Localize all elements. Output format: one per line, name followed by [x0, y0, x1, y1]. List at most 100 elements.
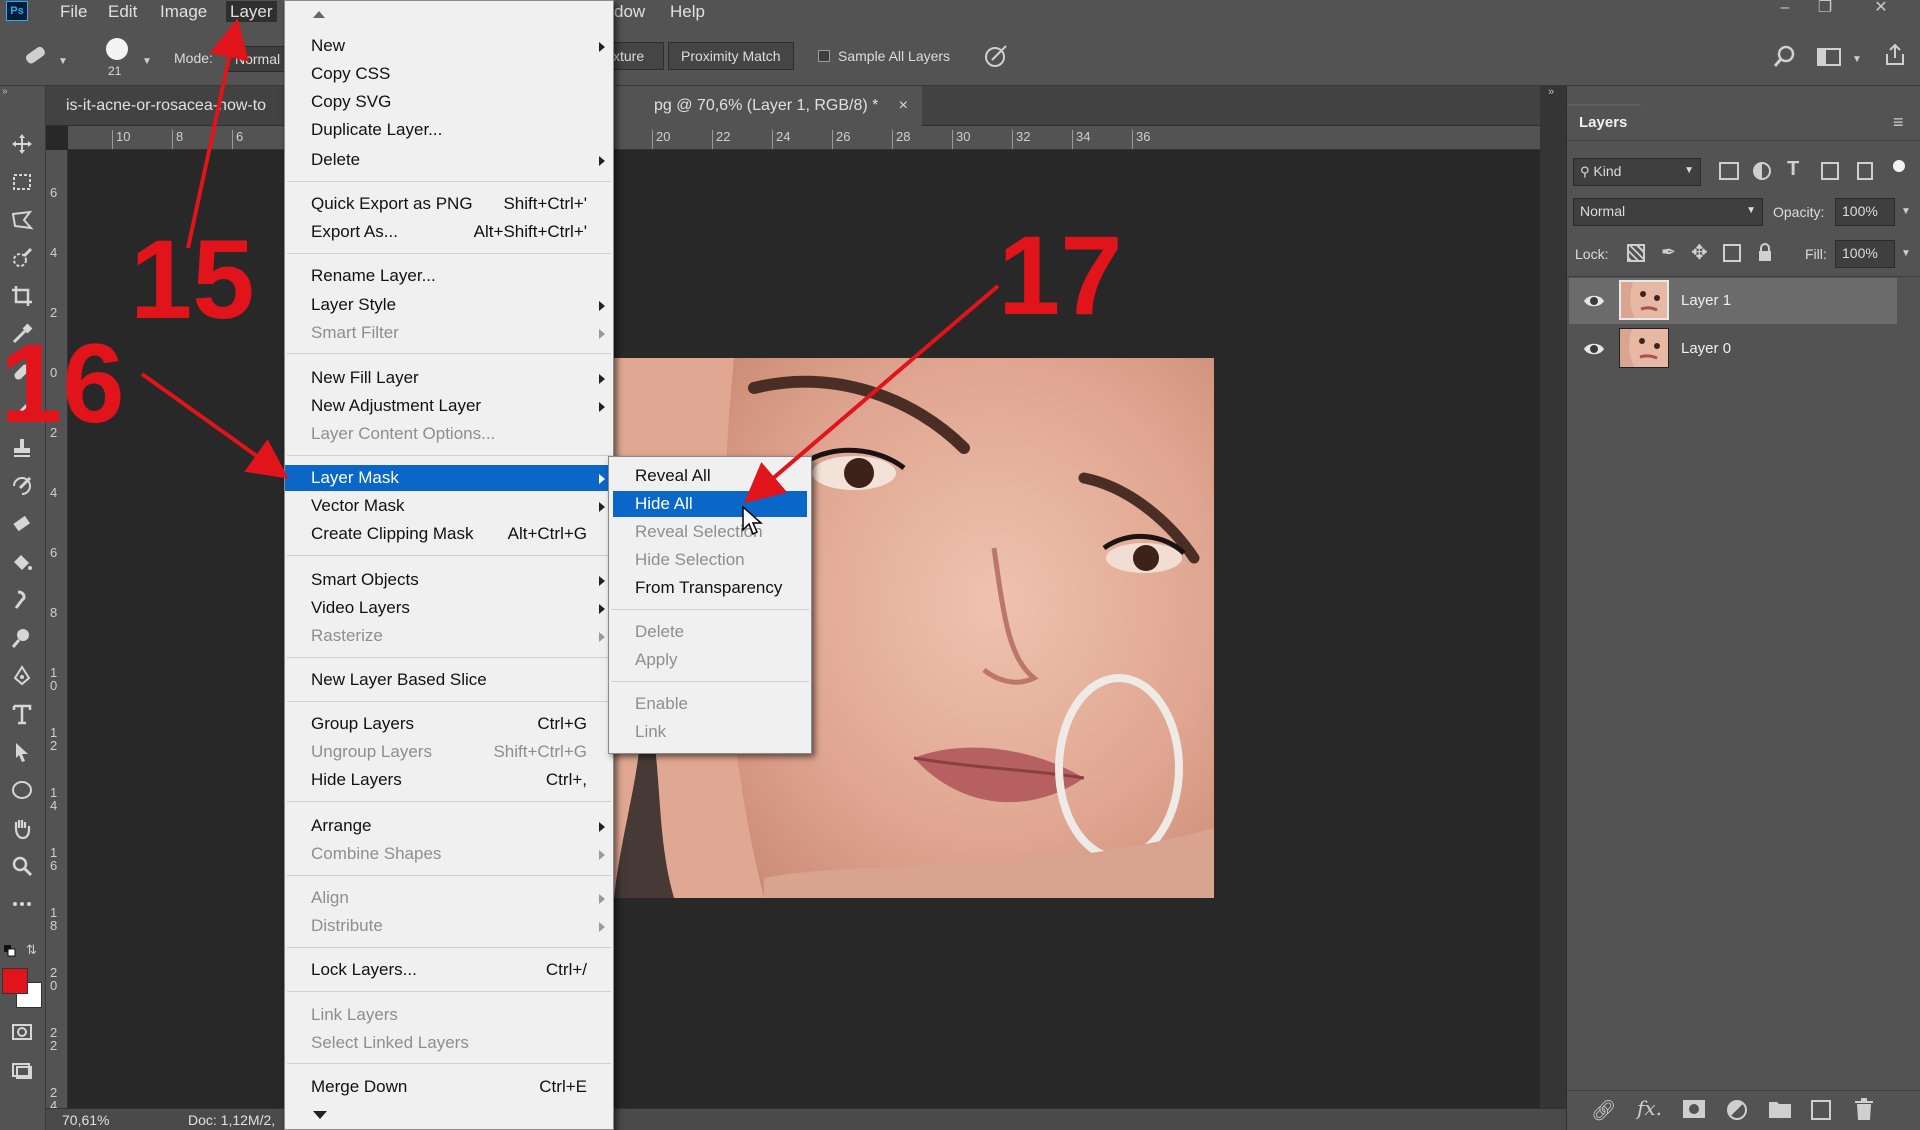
menu-item-new-adjustment-layer[interactable]: New Adjustment Layer [285, 393, 613, 419]
pressure-icon[interactable] [982, 42, 1010, 70]
menu-item-smart-objects[interactable]: Smart Objects [285, 567, 613, 593]
move-tool-icon[interactable] [6, 128, 38, 160]
menu-item-hide-layers[interactable]: Hide Layers Ctrl+, [285, 767, 613, 793]
zoom-tool-icon[interactable] [6, 850, 38, 882]
menu-item-video-layers[interactable]: Video Layers [285, 595, 613, 621]
layer-row-layer-0[interactable]: Layer 0 [1569, 326, 1897, 372]
close-tab-icon[interactable]: × [899, 86, 908, 126]
blend-mode-select[interactable]: Normal ▼ [1573, 198, 1763, 226]
close-window-icon[interactable]: ✕ [1866, 0, 1896, 18]
menu-item-new-layer-based-slice[interactable]: New Layer Based Slice [285, 667, 613, 693]
paint-bucket-tool-icon[interactable] [6, 546, 38, 578]
menu-item-copy-svg[interactable]: Copy SVG [285, 89, 613, 115]
swap-colors-icon[interactable]: ⇅ [26, 942, 37, 958]
layer-name[interactable]: Layer 1 [1681, 292, 1731, 309]
menu-item-rename-layer[interactable]: Rename Layer... [285, 263, 613, 289]
foreground-color-swatch[interactable] [2, 968, 28, 994]
more-tools-icon[interactable] [6, 888, 38, 920]
filter-smart-object-icon[interactable] [1857, 162, 1873, 180]
panel-menu-icon[interactable]: ≡ [1893, 112, 1904, 133]
mode-select[interactable]: Normal [228, 46, 288, 72]
quick-mask-icon[interactable] [6, 1016, 38, 1048]
menu-item-layer-style[interactable]: Layer Style [285, 292, 613, 318]
brush-preview-icon[interactable] [106, 38, 128, 60]
menu-edit[interactable]: Edit [104, 1, 141, 22]
search-icon[interactable] [1772, 44, 1798, 70]
chevron-down-icon[interactable]: ▼ [142, 56, 152, 67]
menu-item-duplicate-layer[interactable]: Duplicate Layer... [285, 117, 613, 143]
eraser-tool-icon[interactable] [6, 508, 38, 540]
submenu-item-reveal-all[interactable]: Reveal All [609, 463, 811, 489]
chevron-down-icon[interactable]: ▼ [1852, 54, 1862, 65]
zoom-level[interactable]: 70,61% [62, 1112, 109, 1128]
menu-window[interactable]: dow [610, 1, 649, 22]
menu-help[interactable]: Help [666, 1, 709, 22]
adjustment-layer-icon[interactable] [1727, 1100, 1747, 1120]
filter-toggle-icon[interactable] [1893, 160, 1905, 172]
lock-artboard-icon[interactable] [1723, 244, 1741, 262]
layer-row-layer-1[interactable]: Layer 1 [1569, 278, 1897, 324]
menu-item-new-fill-layer[interactable]: New Fill Layer [285, 365, 613, 391]
menu-file[interactable]: File [56, 1, 91, 22]
healing-brush-tool-icon[interactable] [20, 44, 52, 68]
menu-item-lock-layers[interactable]: Lock Layers... Ctrl+/ [285, 957, 613, 983]
menu-item-arrange[interactable]: Arrange [285, 813, 613, 839]
submenu-item-hide-all[interactable]: Hide All [613, 491, 807, 517]
link-layers-icon[interactable]: 🔗︎ [1591, 1098, 1616, 1123]
menu-item-delete[interactable]: Delete [285, 147, 613, 173]
menu-item-export-as[interactable]: Export As... Alt+Shift+Ctrl+' [285, 219, 613, 245]
screen-mode-icon[interactable] [6, 1054, 38, 1086]
filter-shape-icon[interactable] [1821, 162, 1839, 180]
minimize-icon[interactable]: – [1770, 0, 1800, 18]
filter-kind-select[interactable]: ⚲ Kind ▼ [1573, 158, 1701, 186]
fill-input[interactable]: 100% [1835, 240, 1895, 268]
chevron-down-icon[interactable]: ▼ [1901, 248, 1911, 259]
tab-document-1[interactable]: is-it-acne-or-rosacea-how-to [46, 86, 288, 126]
collapse-icon[interactable]: » [2, 86, 8, 97]
hand-tool-icon[interactable] [6, 812, 38, 844]
visibility-eye-icon[interactable] [1583, 338, 1605, 360]
sample-all-layers-checkbox[interactable] [818, 50, 830, 62]
smudge-tool-icon[interactable] [6, 584, 38, 616]
default-colors-icon[interactable] [4, 944, 16, 957]
lock-position-icon[interactable]: ✥ [1691, 240, 1708, 265]
tab-document-2[interactable]: pg @ 70,6% (Layer 1, RGB/8) * × [602, 86, 922, 126]
menu-item-vector-mask[interactable]: Vector Mask [285, 493, 613, 519]
menu-item-create-clipping-mask[interactable]: Create Clipping Mask Alt+Ctrl+G [285, 521, 613, 547]
opacity-input[interactable]: 100% [1835, 198, 1895, 226]
layer-thumbnail[interactable] [1619, 280, 1669, 320]
type-tool-icon[interactable] [6, 698, 38, 730]
chevron-down-icon[interactable]: ▼ [1901, 206, 1911, 217]
filter-pixel-icon[interactable] [1719, 162, 1739, 180]
submenu-item-from-transparency[interactable]: From Transparency [609, 575, 811, 601]
lock-all-icon[interactable] [1757, 242, 1773, 262]
pen-tool-icon[interactable] [6, 660, 38, 692]
doc-size[interactable]: Doc: 1,12M/2, [188, 1112, 275, 1128]
menu-layer[interactable]: Layer [226, 1, 277, 22]
scroll-down-icon[interactable] [313, 1111, 327, 1119]
lasso-tool-icon[interactable] [6, 204, 38, 236]
chevron-down-icon[interactable]: ▼ [58, 56, 68, 67]
share-icon[interactable] [1882, 42, 1908, 68]
restore-icon[interactable]: ❐ [1810, 0, 1840, 18]
filter-adjustment-icon[interactable] [1753, 162, 1771, 180]
menu-item-new[interactable]: New [285, 33, 613, 59]
collapse-icon[interactable]: » [1548, 86, 1554, 98]
lock-transparent-icon[interactable] [1627, 244, 1645, 262]
proximity-match-button[interactable]: Proximity Match [668, 42, 794, 70]
menu-item-quick-export-png[interactable]: Quick Export as PNG Shift+Ctrl+' [285, 191, 613, 217]
fx-icon[interactable]: fx. [1637, 1096, 1662, 1120]
menu-item-group-layers[interactable]: Group Layers Ctrl+G [285, 711, 613, 737]
lock-paint-icon[interactable]: ✒ [1661, 242, 1676, 263]
add-mask-icon[interactable] [1683, 1100, 1705, 1118]
new-layer-icon[interactable] [1811, 1100, 1831, 1120]
workspace-icon[interactable] [1816, 46, 1842, 68]
history-brush-tool-icon[interactable] [6, 470, 38, 502]
path-selection-tool-icon[interactable] [6, 736, 38, 768]
filter-type-icon[interactable]: T [1787, 158, 1799, 181]
menu-image[interactable]: Image [156, 1, 211, 22]
marquee-tool-icon[interactable] [6, 166, 38, 198]
menu-item-merge-down[interactable]: Merge Down Ctrl+E [285, 1074, 613, 1100]
crop-tool-icon[interactable] [6, 280, 38, 312]
layer-name[interactable]: Layer 0 [1681, 340, 1731, 357]
